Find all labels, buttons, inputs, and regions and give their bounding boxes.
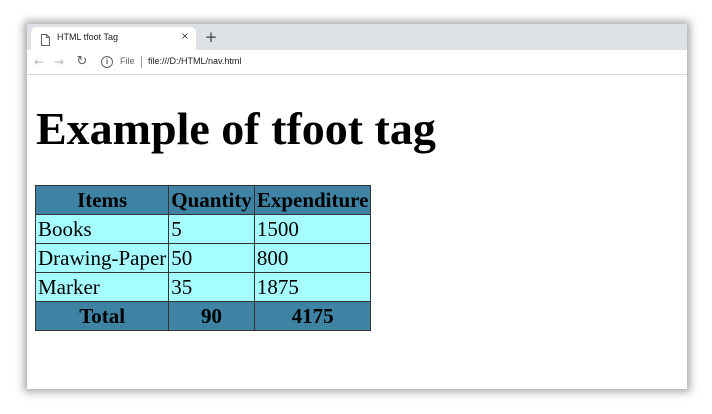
page-content: Example of tfoot tag Items Quantity Expe…	[27, 75, 687, 389]
table-footer-row: Total 90 4175	[34, 301, 372, 331]
column-header: Expenditure	[253, 185, 372, 215]
address-bar[interactable]: file:///D:/HTML/nav.html	[148, 56, 241, 66]
table-cell: Drawing-Paper	[34, 243, 170, 273]
footer-cell: Total	[34, 301, 170, 331]
table-cell: 5	[168, 214, 255, 244]
table-cell: 800	[253, 243, 372, 273]
table-row: Marker 35 1875	[34, 272, 372, 302]
table-cell: 50	[168, 243, 255, 273]
info-icon[interactable]: i	[101, 56, 113, 68]
table-cell: 1500	[253, 214, 372, 244]
document-icon	[40, 33, 51, 46]
tab-title: HTML tfoot Tag	[57, 32, 119, 42]
reload-icon[interactable]: ↻	[74, 54, 90, 70]
table-row: Drawing-Paper 50 800	[34, 243, 372, 273]
back-arrow-icon[interactable]: ←	[31, 54, 47, 70]
close-tab-icon[interactable]: ×	[179, 30, 191, 44]
table-row: Books 5 1500	[34, 214, 372, 244]
table-cell: 35	[168, 272, 255, 302]
column-header: Quantity	[168, 185, 255, 215]
column-header: Items	[34, 185, 170, 215]
page-heading: Example of tfoot tag	[36, 103, 436, 154]
url-divider	[141, 56, 142, 68]
table-cell: Books	[34, 214, 170, 244]
table-cell: Marker	[34, 272, 170, 302]
items-table: Items Quantity Expenditure Books 5 1500 …	[34, 185, 372, 331]
new-tab-icon[interactable]: +	[203, 28, 219, 46]
table-header-row: Items Quantity Expenditure	[34, 185, 372, 215]
footer-cell: 90	[168, 301, 255, 331]
tab-strip: HTML tfoot Tag × +	[27, 24, 687, 50]
browser-window: HTML tfoot Tag × + ← → ↻ i File file:///…	[27, 24, 687, 389]
table-cell: 1875	[253, 272, 372, 302]
footer-cell: 4175	[253, 301, 372, 331]
tab-active[interactable]: HTML tfoot Tag ×	[31, 27, 196, 50]
url-scheme-label: File	[120, 56, 135, 66]
browser-toolbar: ← → ↻ i File file:///D:/HTML/nav.html	[27, 50, 687, 75]
forward-arrow-icon[interactable]: →	[51, 54, 67, 70]
